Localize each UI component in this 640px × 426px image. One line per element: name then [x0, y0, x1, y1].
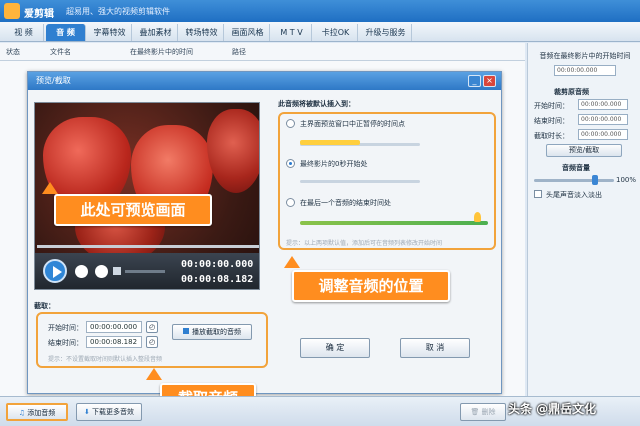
clip-hint: 提示：不设置截取时间则默认插入整段音频 [48, 356, 163, 363]
preview-callout: 此处可预览画面 [54, 194, 212, 226]
app-name: 爱剪辑 [24, 9, 54, 20]
insert-option-label: 主界面预览窗口中正暂停的时间点 [300, 120, 405, 128]
rp-duration-label: 截取时长： [534, 132, 569, 140]
clip-end-field[interactable]: 00:00:08.182 [86, 336, 142, 348]
tab-transitions[interactable]: 转场特效 [180, 24, 224, 41]
rp-duration-field[interactable]: 00:00:00.000 [578, 129, 628, 140]
play-clip-button[interactable]: 播放截取的音频 [172, 324, 252, 340]
tab-styles[interactable]: 画面风格 [226, 24, 270, 41]
play-icon [53, 266, 62, 278]
column-filename[interactable]: 文件名 [50, 47, 71, 57]
watermark: 头条 @鼎岳文化 [508, 402, 597, 416]
stop-icon[interactable] [75, 265, 88, 278]
callout-arrow-icon [284, 256, 300, 268]
column-status[interactable]: 状态 [6, 47, 20, 57]
dialog-title-bar: 预览/截取 [28, 72, 501, 90]
ok-button[interactable]: 确 定 [300, 338, 370, 358]
player-volume-slider[interactable] [125, 270, 165, 273]
audio-timeline-bar[interactable] [300, 221, 488, 225]
volume-icon[interactable] [113, 267, 121, 275]
tab-subtitle-effects[interactable]: 字幕特效 [88, 24, 132, 41]
tab-karaoke[interactable]: 卡拉OK [314, 24, 358, 41]
rp-end-label: 结束时间： [534, 117, 569, 125]
main-tab-bar: 视 频 音 频 字幕特效 叠加素材 转场特效 画面风格 M T V 卡拉OK 升… [0, 22, 640, 42]
insert-option-start[interactable] [286, 159, 295, 168]
position-slider-fill [300, 140, 360, 145]
fade-checkbox[interactable] [534, 190, 542, 198]
column-time[interactable]: 在最终影片中的时间 [130, 47, 193, 57]
preview-clip-button[interactable]: 预览/截取 [546, 144, 622, 157]
total-time: 00:00:08.182 [181, 274, 254, 285]
close-button[interactable]: × [483, 75, 496, 87]
app-slogan: 超易用、强大的视频剪辑软件 [66, 7, 170, 16]
preview-clip-dialog: 预览/截取 _ × 00:00:00.000 00:00:08.182 此处可预… [27, 71, 502, 394]
tab-video[interactable]: 视 频 [4, 24, 44, 41]
callout-arrow-icon [146, 368, 162, 380]
clip-section-title: 裁剪原音频 [554, 88, 589, 96]
clip-start-field[interactable]: 00:00:00.000 [86, 321, 142, 333]
column-path[interactable]: 路径 [232, 47, 246, 57]
pick-start-icon[interactable]: ◴ [146, 321, 158, 333]
position-slider[interactable] [300, 180, 420, 183]
callout-arrow-icon [42, 182, 58, 194]
trash-icon: 🗑 [470, 408, 480, 416]
start-time-field[interactable]: 00:00:00.000 [554, 65, 616, 76]
audio-list-header: 状态 文件名 在最终影片中的时间 路径 [0, 43, 525, 61]
download-more-button[interactable]: ⬇ 下载更多音效 [76, 403, 142, 421]
delete-label: 删除 [481, 408, 496, 416]
tab-audio[interactable]: 音 频 [46, 24, 86, 41]
clip-start-label: 开始时间： [48, 324, 83, 332]
clip-end-label: 结束时间： [48, 339, 83, 347]
cancel-button[interactable]: 取 消 [400, 338, 470, 358]
play-clip-label: 播放截取的音频 [192, 328, 241, 336]
rp-start-field[interactable]: 00:00:00.000 [578, 99, 628, 110]
add-audio-label: 添加音频 [27, 409, 56, 417]
minimize-icon[interactable]: _ [468, 75, 481, 87]
dialog-title: 预览/截取 [36, 76, 71, 85]
pick-end-icon[interactable]: ◴ [146, 336, 158, 348]
music-note-icon: ♫ [18, 409, 26, 417]
rp-start-label: 开始时间： [534, 102, 569, 110]
player-controls: 00:00:00.000 00:00:08.182 [35, 253, 259, 289]
volume-value: 100% [616, 176, 637, 184]
current-time: 00:00:00.000 [181, 259, 254, 270]
tab-overlay[interactable]: 叠加素材 [134, 24, 178, 41]
tab-upgrade[interactable]: 升级与服务 [360, 24, 412, 41]
delete-button[interactable]: 🗑 删除 [460, 403, 506, 421]
volume-slider[interactable] [534, 179, 614, 182]
volume-section-title: 音频音量 [562, 164, 590, 172]
clip-title: 截取： [34, 302, 55, 310]
play-button[interactable] [43, 259, 67, 283]
play-icon [183, 328, 189, 334]
insert-option-after-last[interactable] [286, 198, 295, 207]
start-time-header: 音频在最终影片中的开始时间 [539, 52, 631, 60]
tab-mtv[interactable]: M T V [272, 24, 312, 41]
download-more-label: 下载更多音效 [92, 408, 135, 416]
fade-label: 头尾声音淡入淡出 [546, 191, 602, 199]
position-callout: 调整音频的位置 [292, 270, 450, 302]
insert-title: 此音频将被默认插入到： [278, 100, 355, 108]
add-audio-button[interactable]: ♫ 添加音频 [6, 403, 68, 421]
fullscreen-icon[interactable] [95, 265, 108, 278]
timeline-marker-icon[interactable] [474, 212, 481, 222]
app-logo-icon [4, 3, 20, 19]
seek-bar[interactable] [37, 245, 259, 248]
audio-settings-panel: 音频在最终影片中的开始时间 00:00:00.000 裁剪原音频 开始时间： 0… [527, 43, 640, 396]
insert-hint: 提示：以上两项默认值，添加后可在音频列表修改开始时间 [286, 240, 443, 247]
insert-option-label: 最终影片的0秒开始处 [300, 160, 368, 168]
title-bar: 爱剪辑 超易用、强大的视频剪辑软件 [0, 0, 640, 22]
insert-option-paused-point[interactable] [286, 119, 295, 128]
download-icon: ⬇ [83, 408, 90, 416]
rp-end-field[interactable]: 00:00:00.000 [578, 114, 628, 125]
insert-option-label: 在最后一个音频的结束时间处 [300, 199, 391, 207]
volume-slider-thumb[interactable] [592, 175, 598, 185]
